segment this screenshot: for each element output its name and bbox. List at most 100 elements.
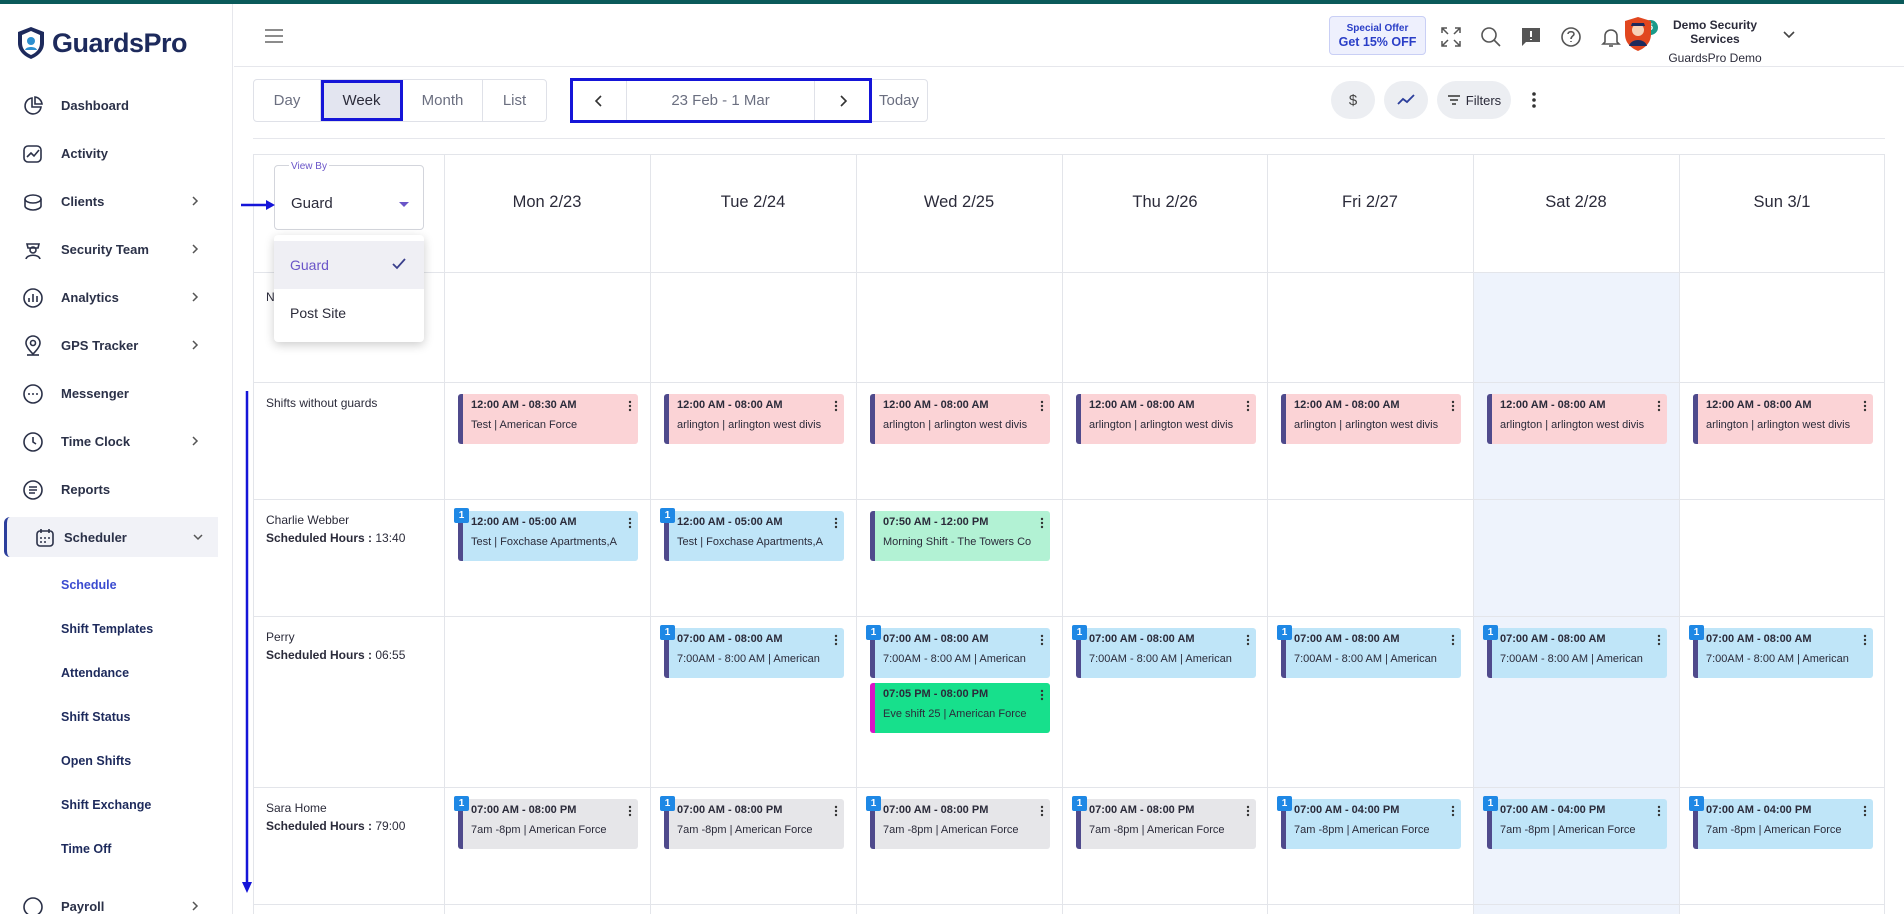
shift-card[interactable]: 12:00 AM - 05:00 AM Test | Foxchase Apart… [458, 511, 638, 561]
kebab-menu-icon[interactable] [1040, 805, 1044, 817]
shift-card[interactable]: 12:00 AM - 08:00 AM arlington | arlington… [1281, 394, 1461, 444]
shift-card[interactable]: 07:00 AM - 08:00 AM 7:00AM - 8:00 AM | Am… [870, 628, 1050, 678]
kebab-menu-icon[interactable] [1657, 634, 1661, 646]
more-options-icon[interactable] [1531, 91, 1537, 109]
row-label-perry[interactable]: Perry Scheduled Hours : 06:55 [266, 628, 405, 664]
company-info[interactable]: Demo Security Services GuardsPro Demo [1661, 18, 1769, 65]
shift-card[interactable]: 07:00 AM - 04:00 PM 7am -8pm | American F… [1281, 799, 1461, 849]
tab-day[interactable]: Day [254, 80, 321, 121]
filters-button[interactable]: Filters [1437, 81, 1511, 119]
tab-month[interactable]: Month [403, 80, 483, 121]
shift-card[interactable]: 07:00 AM - 08:00 AM 7:00AM - 8:00 AM | Am… [1076, 628, 1256, 678]
search-icon[interactable] [1480, 26, 1502, 48]
bell-icon[interactable] [1600, 26, 1622, 48]
kebab-menu-icon[interactable] [834, 634, 838, 646]
sidebar-subitem-shift-exchange[interactable]: Shift Exchange [61, 798, 151, 812]
feedback-icon[interactable] [1520, 26, 1542, 48]
kebab-menu-icon[interactable] [628, 517, 632, 529]
next-week-button[interactable] [815, 80, 871, 121]
tab-list[interactable]: List [483, 80, 546, 121]
trend-toggle-button[interactable] [1384, 81, 1428, 119]
view-by-option-post-site[interactable]: Post Site [274, 289, 424, 337]
shift-card[interactable]: 12:00 AM - 08:00 AM arlington | arlington… [1487, 394, 1667, 444]
shift-card[interactable]: 07:00 AM - 08:00 PM 7am -8pm | American F… [664, 799, 844, 849]
row-label-charlie[interactable]: Charlie Webber Scheduled Hours : 13:40 [266, 511, 405, 547]
kebab-menu-icon[interactable] [1451, 400, 1455, 412]
shift-card[interactable]: 07:00 AM - 08:00 AM 7:00AM - 8:00 AM | Am… [1281, 628, 1461, 678]
hours-label: Scheduled Hours : [266, 531, 373, 545]
chevron-down-icon[interactable] [1782, 28, 1796, 42]
kebab-menu-icon[interactable] [1657, 805, 1661, 817]
sidebar-item-reports[interactable]: Reports [0, 469, 220, 509]
kebab-menu-icon[interactable] [834, 805, 838, 817]
kebab-menu-icon[interactable] [1246, 400, 1250, 412]
prev-week-button[interactable] [571, 80, 627, 121]
sidebar-subitem-time-off[interactable]: Time Off [61, 842, 111, 856]
shift-count-badge: 1 [454, 796, 469, 811]
shift-card[interactable]: 07:00 AM - 08:00 AM 7:00AM - 8:00 AM | Am… [1487, 628, 1667, 678]
shift-card[interactable]: 07:05 PM - 08:00 PM Eve shift 25 | Americ… [870, 683, 1050, 733]
shift-card[interactable]: 07:50 AM - 12:00 PM Morning Shift - The T… [870, 511, 1050, 561]
sidebar-item-messenger[interactable]: Messenger [0, 373, 220, 413]
shift-card[interactable]: 07:00 AM - 08:00 PM 7am -8pm | American F… [870, 799, 1050, 849]
sidebar-subitem-shift-templates[interactable]: Shift Templates [61, 622, 153, 636]
sidebar-item-clients[interactable]: Clients [0, 181, 220, 221]
chevron-down-icon [193, 534, 203, 541]
sidebar-item-security-team[interactable]: Security Team [0, 229, 220, 269]
date-range-label[interactable]: 23 Feb - 1 Mar [627, 80, 815, 121]
sidebar-item-gps-tracker[interactable]: GPS Tracker [0, 325, 220, 365]
kebab-menu-icon[interactable] [1863, 634, 1867, 646]
kebab-menu-icon[interactable] [1040, 689, 1044, 701]
shift-card[interactable]: 12:00 AM - 08:30 AM Test | American Force [458, 394, 638, 444]
kebab-menu-icon[interactable] [1040, 517, 1044, 529]
sidebar-subitem-schedule[interactable]: Schedule [61, 578, 117, 592]
shift-time: 12:00 AM - 05:00 AM [677, 516, 783, 528]
sidebar-item-time-clock[interactable]: Time Clock [0, 421, 220, 461]
kebab-menu-icon[interactable] [628, 805, 632, 817]
sidebar-item-scheduler[interactable]: Scheduler [4, 517, 218, 557]
kebab-menu-icon[interactable] [1451, 634, 1455, 646]
shift-card[interactable]: 07:00 AM - 08:00 AM 7:00AM - 8:00 AM | Am… [664, 628, 844, 678]
view-by-select[interactable]: View By Guard [274, 161, 424, 230]
kebab-menu-icon[interactable] [1040, 634, 1044, 646]
shift-card[interactable]: 07:00 AM - 08:00 PM 7am -8pm | American F… [1076, 799, 1256, 849]
sidebar-subitem-shift-status[interactable]: Shift Status [61, 710, 130, 724]
shift-card[interactable]: 12:00 AM - 08:00 AM arlington | arlington… [1076, 394, 1256, 444]
fullscreen-icon[interactable] [1440, 26, 1462, 48]
kebab-menu-icon[interactable] [834, 517, 838, 529]
shift-desc: 7am -8pm | American Force [1294, 824, 1430, 836]
sidebar-item-dashboard[interactable]: Dashboard [0, 85, 220, 125]
brand-logo[interactable]: GuardsPro [16, 26, 188, 60]
special-offer-button[interactable]: Special Offer Get 15% OFF [1329, 16, 1426, 55]
sidebar-item-activity[interactable]: Activity [0, 133, 220, 173]
shift-card[interactable]: 07:00 AM - 04:00 PM 7am -8pm | American F… [1487, 799, 1667, 849]
sidebar-subitem-open-shifts[interactable]: Open Shifts [61, 754, 131, 768]
shift-card[interactable]: 12:00 AM - 08:00 AM arlington | arlington… [870, 394, 1050, 444]
shift-card[interactable]: 12:00 AM - 05:00 AM Test | Foxchase Apart… [664, 511, 844, 561]
sidebar-item-payroll[interactable]: Payroll [0, 886, 220, 914]
sidebar-subitem-attendance[interactable]: Attendance [61, 666, 129, 680]
kebab-menu-icon[interactable] [834, 400, 838, 412]
today-button[interactable]: Today [871, 80, 927, 121]
kebab-menu-icon[interactable] [1657, 400, 1661, 412]
view-by-option-guard[interactable]: Guard [274, 241, 424, 289]
kebab-menu-icon[interactable] [1451, 805, 1455, 817]
hamburger-menu-icon[interactable] [264, 28, 284, 44]
shift-card[interactable]: 07:00 AM - 08:00 AM 7:00AM - 8:00 AM | Am… [1693, 628, 1873, 678]
kebab-menu-icon[interactable] [1863, 805, 1867, 817]
help-icon[interactable] [1560, 26, 1582, 48]
sidebar-item-analytics[interactable]: Analytics [0, 277, 220, 317]
shift-card[interactable]: 12:00 AM - 08:00 AM arlington | arlington… [664, 394, 844, 444]
kebab-menu-icon[interactable] [628, 400, 632, 412]
kebab-menu-icon[interactable] [1863, 400, 1867, 412]
shift-card[interactable]: 07:00 AM - 08:00 PM 7am -8pm | American F… [458, 799, 638, 849]
row-label-sara[interactable]: Sara Home Scheduled Hours : 79:00 [266, 799, 405, 835]
kebab-menu-icon[interactable] [1246, 805, 1250, 817]
cost-toggle-button[interactable]: $ [1331, 81, 1375, 119]
shift-card[interactable]: 12:00 AM - 08:00 AM arlington | arlington… [1693, 394, 1873, 444]
avatar[interactable] [1623, 16, 1653, 52]
kebab-menu-icon[interactable] [1246, 634, 1250, 646]
tab-week[interactable]: Week [321, 80, 403, 121]
kebab-menu-icon[interactable] [1040, 400, 1044, 412]
shift-card[interactable]: 07:00 AM - 04:00 PM 7am -8pm | American F… [1693, 799, 1873, 849]
